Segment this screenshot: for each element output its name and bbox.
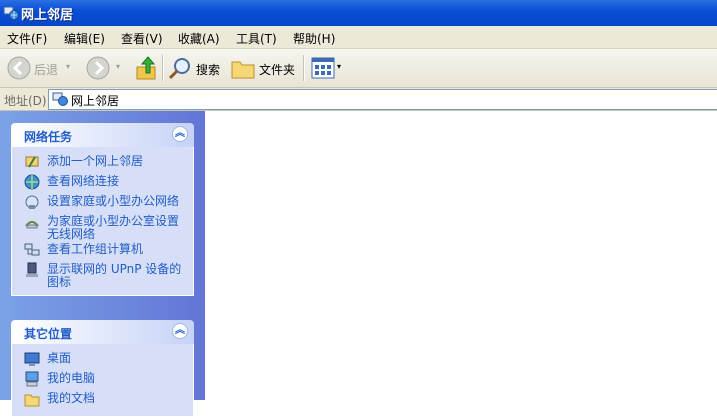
wireless-network-icon	[25, 221, 39, 229]
folder-icon	[231, 61, 255, 79]
task-setup-wireless-network[interactable]: 为家庭或小型办公室设置无线网络	[12, 213, 193, 241]
task-view-network-connections[interactable]: 查看网络连接	[12, 173, 193, 193]
menu-favorites[interactable]: 收藏(A)	[178, 30, 220, 47]
task-setup-home-network[interactable]: 设置家庭或小型办公网络	[12, 193, 193, 213]
add-network-place-icon	[25, 156, 39, 168]
back-label: 后退	[34, 63, 59, 77]
network-tasks-list: 添加一个网上邻居 查看网络连接 设置家庭或小型办公网络 为家庭或小型办公室设置无…	[11, 147, 194, 296]
upnp-device-icon	[26, 262, 38, 277]
forward-arrow-icon	[86, 56, 110, 80]
menu-help[interactable]: 帮助(H)	[293, 30, 335, 47]
menu-view[interactable]: 查看(V)	[121, 30, 163, 47]
toolbar-separator	[303, 55, 305, 81]
other-places-title: 其它位置	[24, 327, 73, 341]
address-bar: 地址(D) 网上邻居	[0, 88, 717, 111]
back-dropdown-icon[interactable]: ▾	[66, 62, 70, 71]
toolbar: 后退 ▾ ▾ 搜索 文件夹 ▾	[0, 49, 717, 88]
search-button[interactable]: 搜索	[166, 49, 224, 87]
other-places-list: 桌面 我的电脑 我的文档	[11, 344, 194, 417]
window-title: 网上邻居	[21, 8, 74, 23]
address-input[interactable]: 网上邻居	[48, 89, 717, 110]
back-button[interactable]: 后退 ▾	[4, 49, 76, 87]
task-pane: 网络任务 ︽ 添加一个网上邻居 查看网络连接 设置家庭或小型办公网络 为家庭或小…	[0, 111, 205, 417]
task-show-upnp-devices[interactable]: 显示联网的 UPnP 设备的图标	[12, 261, 193, 289]
forward-dropdown-icon[interactable]: ▾	[116, 62, 120, 71]
home-network-setup-icon	[25, 195, 39, 209]
title-bar: 网上邻居	[0, 0, 717, 26]
task-label: 设置家庭或小型办公网络	[47, 194, 180, 208]
collapse-icon[interactable]: ︽	[172, 323, 188, 339]
place-label: 我的电脑	[47, 371, 96, 385]
views-icon	[311, 57, 335, 79]
other-places-panel: 其它位置 ︽ 桌面 我的电脑 我的文档	[11, 320, 194, 417]
my-computer-icon	[25, 371, 39, 387]
task-add-network-place[interactable]: 添加一个网上邻居	[12, 153, 193, 173]
network-connections-icon	[24, 174, 40, 190]
other-places-header[interactable]: 其它位置 ︽	[11, 320, 194, 344]
content-area[interactable]	[205, 111, 717, 400]
task-label: 添加一个网上邻居	[47, 154, 144, 168]
place-my-computer[interactable]: 我的电脑	[12, 370, 193, 390]
task-view-workgroup-computers[interactable]: 查看工作组计算机	[12, 241, 193, 261]
network-places-icon	[52, 92, 68, 106]
address-value: 网上邻居	[71, 94, 120, 108]
task-label: 为家庭或小型办公室设置无线网络	[47, 214, 180, 241]
forward-button[interactable]: ▾	[84, 49, 126, 87]
network-tasks-header[interactable]: 网络任务 ︽	[11, 123, 194, 147]
toolbar-separator	[162, 55, 164, 81]
place-desktop[interactable]: 桌面	[12, 350, 193, 370]
network-tasks-panel: 网络任务 ︽ 添加一个网上邻居 查看网络连接 设置家庭或小型办公网络 为家庭或小…	[11, 123, 194, 296]
task-label: 显示联网的 UPnP 设备的图标	[47, 262, 182, 289]
search-label: 搜索	[196, 63, 221, 77]
network-places-icon	[3, 6, 19, 20]
menu-bar: 文件(F) 编辑(E) 查看(V) 收藏(A) 工具(T) 帮助(H)	[0, 26, 717, 49]
workgroup-computers-icon	[24, 243, 40, 256]
views-button[interactable]: ▾	[308, 49, 346, 87]
folders-label: 文件夹	[259, 63, 296, 77]
menu-edit[interactable]: 编辑(E)	[64, 30, 105, 47]
back-arrow-icon	[7, 56, 31, 80]
task-label: 查看网络连接	[47, 174, 120, 188]
desktop-icon	[24, 352, 40, 366]
place-label: 我的文档	[47, 391, 96, 405]
search-icon	[168, 58, 190, 80]
place-my-documents[interactable]: 我的文档	[12, 390, 193, 410]
place-label: 桌面	[47, 351, 72, 365]
address-label: 地址(D)	[4, 94, 47, 108]
collapse-icon[interactable]: ︽	[172, 126, 188, 142]
menu-file[interactable]: 文件(F)	[7, 30, 47, 47]
menu-tools[interactable]: 工具(T)	[236, 30, 277, 47]
folders-button[interactable]: 文件夹	[229, 49, 299, 87]
network-tasks-title: 网络任务	[24, 130, 73, 144]
views-dropdown-icon[interactable]: ▾	[337, 62, 341, 71]
task-label: 查看工作组计算机	[47, 242, 144, 256]
up-arrow-icon	[136, 56, 156, 80]
my-documents-icon	[24, 394, 40, 407]
up-folder-button[interactable]	[133, 49, 161, 87]
